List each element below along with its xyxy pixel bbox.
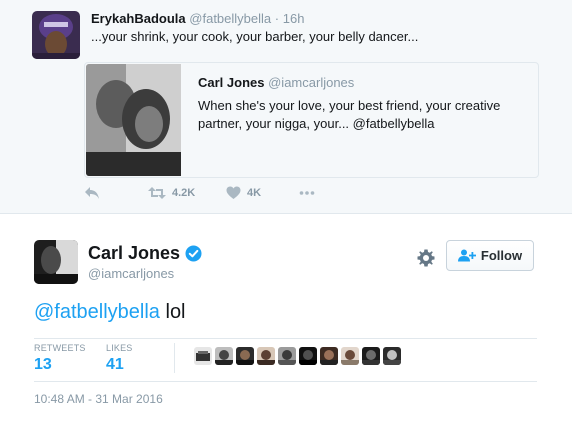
reply-icon	[85, 187, 99, 199]
author-handle[interactable]: @fatbellybella	[189, 11, 271, 26]
gear-icon[interactable]	[417, 249, 435, 267]
liker-avatars	[194, 347, 404, 365]
author-name[interactable]: Carl Jones	[88, 243, 180, 264]
liker-avatar[interactable]	[257, 347, 275, 365]
like-count: 4K	[247, 187, 262, 199]
stats-divider-bottom	[34, 381, 537, 382]
heart-icon	[226, 186, 241, 199]
context-tweet: ErykahBadoula @fatbellybella · 16h ...yo…	[0, 0, 572, 214]
liker-avatar[interactable]	[215, 347, 233, 365]
liker-avatar[interactable]	[320, 347, 338, 365]
quoted-tweet-card[interactable]: Carl Jones @iamcarljones When she's your…	[84, 62, 539, 178]
avatar[interactable]	[34, 240, 78, 284]
liker-avatar[interactable]	[383, 347, 401, 365]
author-name[interactable]: ErykahBadoula	[91, 11, 186, 26]
quoted-author-name: Carl Jones	[198, 75, 265, 90]
quoted-tweet-image	[86, 64, 181, 176]
liker-avatar[interactable]	[362, 347, 380, 365]
more-button[interactable]	[299, 186, 315, 200]
liker-avatar[interactable]	[341, 347, 359, 365]
add-user-icon	[457, 249, 476, 262]
retweets-label: RETWEETS	[34, 343, 86, 353]
likes-label: LIKES	[106, 343, 133, 353]
quoted-tweet-author[interactable]: Carl Jones @iamcarljones	[198, 75, 354, 90]
like-button[interactable]: 4K	[226, 186, 261, 200]
separator-dot: ·	[274, 11, 280, 26]
tweet-timestamp[interactable]: 10:48 AM - 31 Mar 2016	[34, 392, 163, 406]
tweet-time[interactable]: 16h	[283, 11, 305, 26]
retweet-button[interactable]: 4.2K	[148, 186, 195, 200]
liker-avatar[interactable]	[236, 347, 254, 365]
tweet-body: lol	[159, 301, 186, 323]
retweet-count: 4.2K	[172, 187, 196, 199]
avatar[interactable]	[32, 11, 80, 59]
liker-avatar[interactable]	[278, 347, 296, 365]
author-handle[interactable]: @iamcarljones	[88, 266, 174, 281]
stats-separator	[174, 343, 175, 373]
likes-value: 41	[106, 356, 124, 373]
liker-avatar[interactable]	[299, 347, 317, 365]
follow-button[interactable]: Follow	[446, 240, 534, 271]
verified-badge-icon	[185, 245, 202, 262]
retweets-value: 13	[34, 356, 52, 373]
liker-avatar[interactable]	[194, 347, 212, 365]
likes-stat[interactable]: LIKES 41	[106, 343, 133, 374]
more-icon	[299, 191, 315, 195]
author-name-row: Carl Jones	[88, 243, 202, 264]
quoted-tweet-text: When she's your love, your best friend, …	[198, 98, 501, 131]
stats-divider-top	[34, 338, 537, 339]
retweet-icon	[148, 187, 166, 199]
quoted-author-handle: @iamcarljones	[268, 75, 355, 90]
context-tweet-header: ErykahBadoula @fatbellybella · 16h	[91, 11, 304, 26]
context-tweet-text: ...your shrink, your cook, your barber, …	[91, 29, 419, 44]
follow-label: Follow	[480, 248, 523, 263]
mention-link[interactable]: @fatbellybella	[34, 301, 160, 323]
reply-button[interactable]	[84, 186, 100, 200]
retweets-stat[interactable]: RETWEETS 13	[34, 343, 86, 374]
tweet-text: @fatbellybella lol	[34, 301, 186, 324]
